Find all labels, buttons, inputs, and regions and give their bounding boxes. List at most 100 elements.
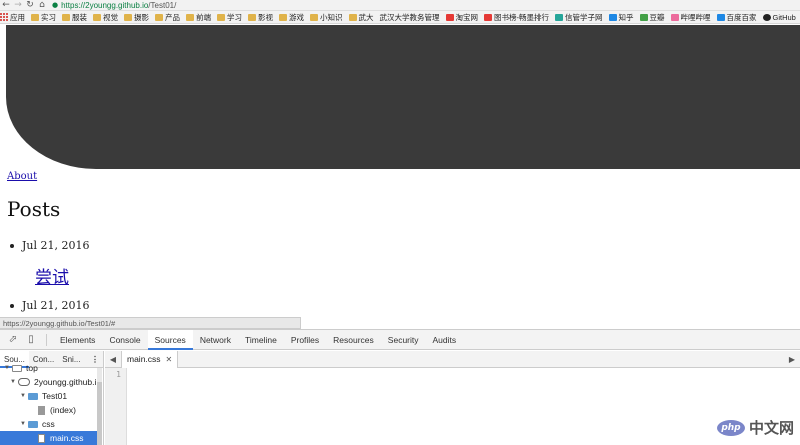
bookmark-page[interactable]: 图书榜-畅墨排行 [484, 11, 549, 23]
tab-timeline[interactable]: Timeline [238, 330, 284, 350]
tab-network[interactable]: Network [193, 330, 238, 350]
tab-profiles[interactable]: Profiles [284, 330, 326, 350]
bookmark-label: 实习 [41, 12, 56, 22]
folder-icon [28, 420, 38, 428]
web-page: About Posts Jul 21, 2016 尝试 Jul 21, 2016 [0, 25, 800, 318]
bookmark-label: 淘宝网 [455, 12, 479, 22]
bookmark-folder[interactable]: 视觉 [93, 11, 118, 23]
bookmark-label: 豆瓣 [649, 12, 665, 22]
folder-icon [217, 13, 225, 21]
url-field[interactable]: https://2youngg.github.io/Test01/ [61, 1, 176, 10]
forward-arrow-icon[interactable]: → [12, 0, 24, 11]
tab-sources[interactable]: Sources [147, 329, 193, 350]
taobao-icon [445, 13, 454, 21]
folder-icon [186, 13, 194, 21]
navigator-scrollbar[interactable] [97, 368, 102, 445]
bookmark-label: 前端 [196, 12, 211, 22]
tree-label: 2youngg.github.i [34, 377, 97, 387]
expand-arrow-icon: ▼ [20, 393, 26, 399]
bookmark-folder[interactable]: 产品 [155, 11, 180, 23]
bookmark-label: 小知识 [320, 12, 343, 22]
baidu-icon [716, 13, 725, 21]
bookmark-folder[interactable]: 摄影 [124, 11, 149, 23]
toggle-debugger-icon[interactable]: ▶ [784, 351, 800, 368]
bookmark-page[interactable]: 信管学子网 [555, 11, 603, 23]
bookmark-folder[interactable]: 影视 [248, 11, 273, 23]
tree-node-main-css[interactable]: main.css [0, 431, 98, 445]
lock-icon: ● [52, 1, 59, 9]
bookmark-page[interactable]: 哔哩哔哩 [670, 11, 711, 23]
folder-icon [62, 13, 70, 21]
bookmark-folder[interactable]: 学习 [217, 11, 242, 23]
bookmark-label: 影视 [258, 12, 273, 22]
tree-label: main.css [50, 433, 84, 443]
tree-node-css-folder[interactable]: ▼ css [20, 417, 55, 431]
devtools-panel: ⬀ ▯ Elements Console Sources Network Tim… [0, 329, 800, 445]
tab-snippets[interactable]: Sni... [58, 351, 84, 368]
reload-icon[interactable]: ↻ [24, 0, 36, 11]
bookmark-label: 信管学子网 [565, 12, 603, 22]
about-link[interactable]: About [7, 171, 37, 182]
bookmarks-bar: 应用 实习 服装 视觉 摄影 产品 前端 学习 影视 游戏 小知识 武大 武汉大… [0, 11, 800, 24]
bookmark-label: 百度百家 [726, 12, 757, 22]
folder-icon [93, 13, 101, 21]
zhihu-icon [608, 13, 617, 21]
tree-label: top [26, 363, 38, 373]
bookmark-label: 游戏 [289, 12, 304, 22]
tab-console[interactable]: Console [102, 330, 147, 350]
devtools-body: Sou... Con... Sni... ⋮ ▼ top ▼ 2youngg.git… [0, 350, 800, 445]
bookmark-label: 哔哩哔哩 [680, 12, 711, 22]
tab-resources[interactable]: Resources [326, 330, 381, 350]
file-icon [38, 405, 45, 415]
inspect-cursor-icon[interactable]: ⬀ [4, 330, 22, 350]
tree-node-folder[interactable]: ▼ Test01 [20, 389, 67, 403]
bookmark-label: 武大 [358, 12, 374, 22]
bookmark-folder[interactable]: 小知识 [310, 11, 343, 23]
back-arrow-icon[interactable]: ← [0, 0, 12, 11]
home-icon[interactable]: ⌂ [36, 0, 48, 11]
tree-node-host[interactable]: ▼ 2youngg.github.i [10, 375, 96, 389]
tab-security[interactable]: Security [381, 330, 426, 350]
status-bar-url: https://2youngg.github.io/Test01/# [0, 317, 301, 329]
folder-icon [124, 13, 132, 21]
bookmark-folder[interactable]: 游戏 [279, 11, 304, 23]
bookmark-folder[interactable]: 前端 [186, 11, 211, 23]
cloud-icon [18, 378, 30, 386]
bookmark-folder[interactable]: 服装 [62, 11, 87, 23]
url-scheme: https:// [61, 0, 86, 10]
frame-icon [12, 364, 22, 372]
watermark-text: 中文网 [748, 419, 794, 437]
editor-tab-main-css[interactable]: main.css ✕ [121, 350, 179, 368]
apps-icon [0, 13, 8, 21]
tree-node-top[interactable]: ▼ top [4, 361, 38, 375]
bookmark-page[interactable]: 百度百家 [716, 11, 757, 23]
code-editor: ◀ main.css ✕ ▶ 1 [105, 350, 800, 445]
toggle-navigator-icon[interactable]: ◀ [105, 351, 121, 368]
bookmark-folder[interactable]: 实习 [31, 11, 56, 23]
bookmark-page[interactable]: 武汉大学教务管理 [380, 11, 440, 23]
folder-icon [155, 13, 163, 21]
post-title-link[interactable]: 尝试 [35, 263, 69, 288]
bookmark-folder[interactable]: 武大 [348, 11, 374, 23]
tree-label: (index) [50, 405, 76, 415]
bookmark-apps[interactable]: 应用 [0, 11, 25, 23]
bookmark-page[interactable]: 知乎 [608, 11, 634, 23]
more-options-icon[interactable]: ⋮ [87, 351, 103, 368]
bookmark-page[interactable]: 淘宝网 [445, 11, 479, 23]
bookmark-page[interactable]: GitHub [762, 11, 796, 23]
github-icon [762, 13, 771, 21]
device-mode-icon[interactable]: ▯ [22, 330, 40, 350]
folder-icon [279, 13, 287, 21]
bookmark-label: 产品 [165, 12, 180, 22]
tab-elements[interactable]: Elements [53, 330, 102, 350]
tab-audits[interactable]: Audits [426, 330, 464, 350]
folder-icon [28, 392, 38, 400]
bookmark-page[interactable]: 豆瓣 [639, 11, 665, 23]
tree-node-index[interactable]: (index) [38, 403, 76, 417]
site-icon [555, 13, 563, 21]
line-number: 1 [116, 370, 121, 379]
tree-label: css [42, 419, 55, 429]
close-icon[interactable]: ✕ [166, 351, 173, 368]
bookmark-label: 摄影 [134, 12, 149, 22]
post-date: Jul 21, 2016 [10, 299, 90, 312]
